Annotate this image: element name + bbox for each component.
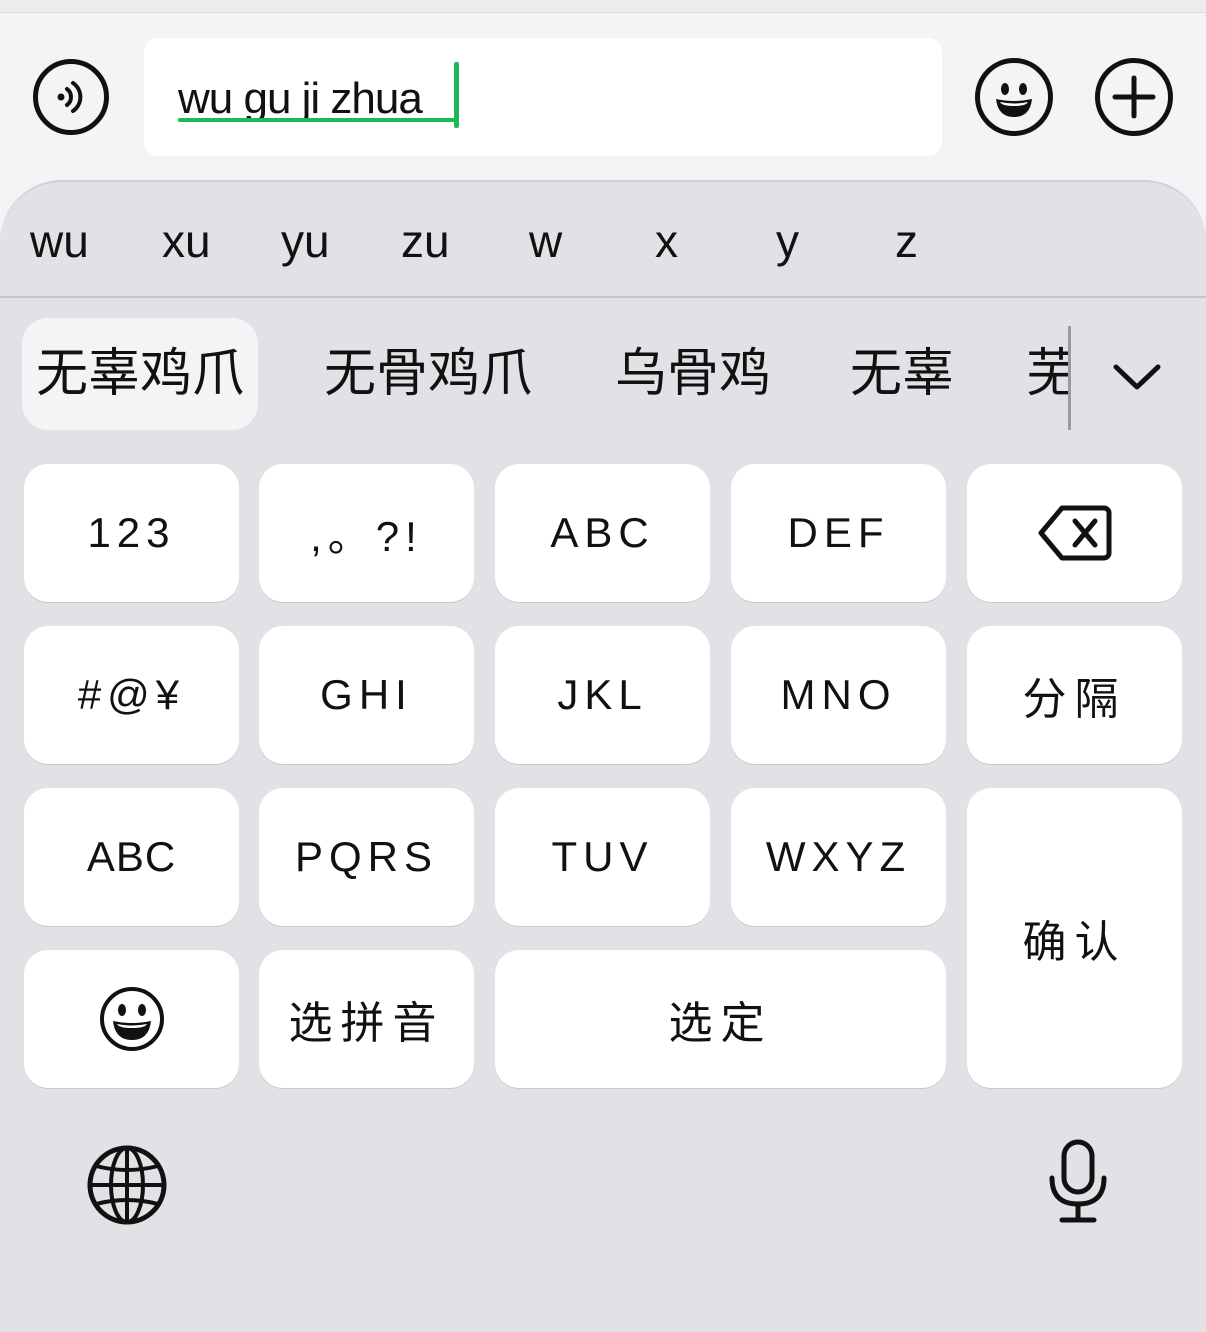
- pinyin-option[interactable]: y: [776, 214, 799, 268]
- pinyin-option[interactable]: x: [655, 214, 678, 268]
- key-abc[interactable]: ABC: [495, 464, 710, 602]
- pinyin-option[interactable]: xu: [162, 214, 211, 268]
- expand-candidates-button[interactable]: [1104, 346, 1170, 406]
- select-pinyin-key[interactable]: 选拼音: [259, 950, 474, 1088]
- pinyin-option[interactable]: z: [895, 214, 918, 268]
- key-jkl[interactable]: JKL: [495, 626, 710, 764]
- add-button[interactable]: [1095, 58, 1173, 136]
- candidate-bar: 无辜鸡爪 无骨鸡爪 乌骨鸡 无辜 芜: [0, 298, 1206, 448]
- key-label: ABC: [550, 509, 655, 556]
- key-ghi[interactable]: GHI: [259, 626, 474, 764]
- globe-icon: [87, 1145, 167, 1225]
- candidate[interactable]: 芜: [1026, 318, 1068, 430]
- candidate-overflow: 芜: [1000, 298, 1068, 448]
- microphone-button[interactable]: [1046, 1138, 1110, 1230]
- pinyin-option[interactable]: yu: [281, 214, 330, 268]
- pinyin-options-row: wu xu yu zu w x y z: [0, 182, 1206, 298]
- confirm-key[interactable]: 确认: [967, 788, 1182, 1088]
- emoji-icon: [99, 987, 164, 1051]
- key-label: 选拼音: [288, 998, 445, 1049]
- emoji-key[interactable]: [24, 950, 239, 1088]
- select-key[interactable]: 选定: [495, 950, 946, 1088]
- chevron-down-icon: [1113, 364, 1161, 390]
- delete-key[interactable]: [967, 464, 1182, 602]
- emoji-button[interactable]: [975, 58, 1053, 136]
- key-label: TUV: [551, 833, 654, 880]
- key-symbols[interactable]: #@¥: [24, 626, 239, 764]
- key-mno[interactable]: MNO: [731, 626, 946, 764]
- emoji-icon: [996, 83, 1032, 117]
- key-label: GHI: [320, 671, 413, 718]
- backspace-icon: [1038, 505, 1111, 561]
- pinyin-option[interactable]: zu: [401, 214, 450, 268]
- candidate[interactable]: 乌骨鸡: [615, 318, 771, 430]
- add-icon: [1112, 75, 1156, 119]
- message-input[interactable]: wu gu ji zhua: [144, 38, 942, 156]
- key-label: 分隔: [1022, 674, 1127, 725]
- microphone-icon: [1049, 1139, 1107, 1223]
- key-label: 选定: [668, 998, 773, 1049]
- candidate[interactable]: 无辜: [850, 318, 954, 430]
- key-label: 123: [87, 509, 176, 556]
- key-label: PQRS: [294, 833, 439, 880]
- key-label: WXYZ: [765, 833, 912, 880]
- key-label: 确认: [1022, 917, 1127, 968]
- candidate[interactable]: 无骨鸡爪: [324, 318, 532, 430]
- text-caret: [454, 62, 459, 128]
- key-punctuation[interactable]: ,。?!: [259, 464, 474, 602]
- separator-key[interactable]: 分隔: [967, 626, 1182, 764]
- key-abc-switch[interactable]: ABC: [24, 788, 239, 926]
- key-123[interactable]: 123: [24, 464, 239, 602]
- key-pqrs[interactable]: PQRS: [259, 788, 474, 926]
- key-label: ABC: [86, 833, 177, 880]
- voice-input-icon: [57, 81, 83, 113]
- pinyin-option[interactable]: wu: [30, 214, 89, 268]
- key-wxyz[interactable]: WXYZ: [731, 788, 946, 926]
- status-divider: [0, 0, 1206, 13]
- key-label: ,。?!: [310, 512, 423, 560]
- globe-button[interactable]: [86, 1144, 168, 1230]
- key-label: JKL: [557, 671, 648, 718]
- candidate-selected[interactable]: 无辜鸡爪: [22, 318, 259, 430]
- pinyin-option[interactable]: w: [529, 214, 562, 268]
- candidate-divider: [1068, 326, 1071, 430]
- voice-input-button[interactable]: [33, 59, 109, 135]
- composing-underline: [178, 118, 457, 122]
- key-def[interactable]: DEF: [731, 464, 946, 602]
- key-label: #@¥: [77, 671, 186, 718]
- key-label: MNO: [780, 671, 897, 718]
- keyboard-panel: wu xu yu zu w x y z 无辜鸡爪 无骨鸡爪 乌骨鸡 无辜 芜 1…: [0, 180, 1206, 1332]
- key-tuv[interactable]: TUV: [495, 788, 710, 926]
- key-label: DEF: [787, 509, 890, 556]
